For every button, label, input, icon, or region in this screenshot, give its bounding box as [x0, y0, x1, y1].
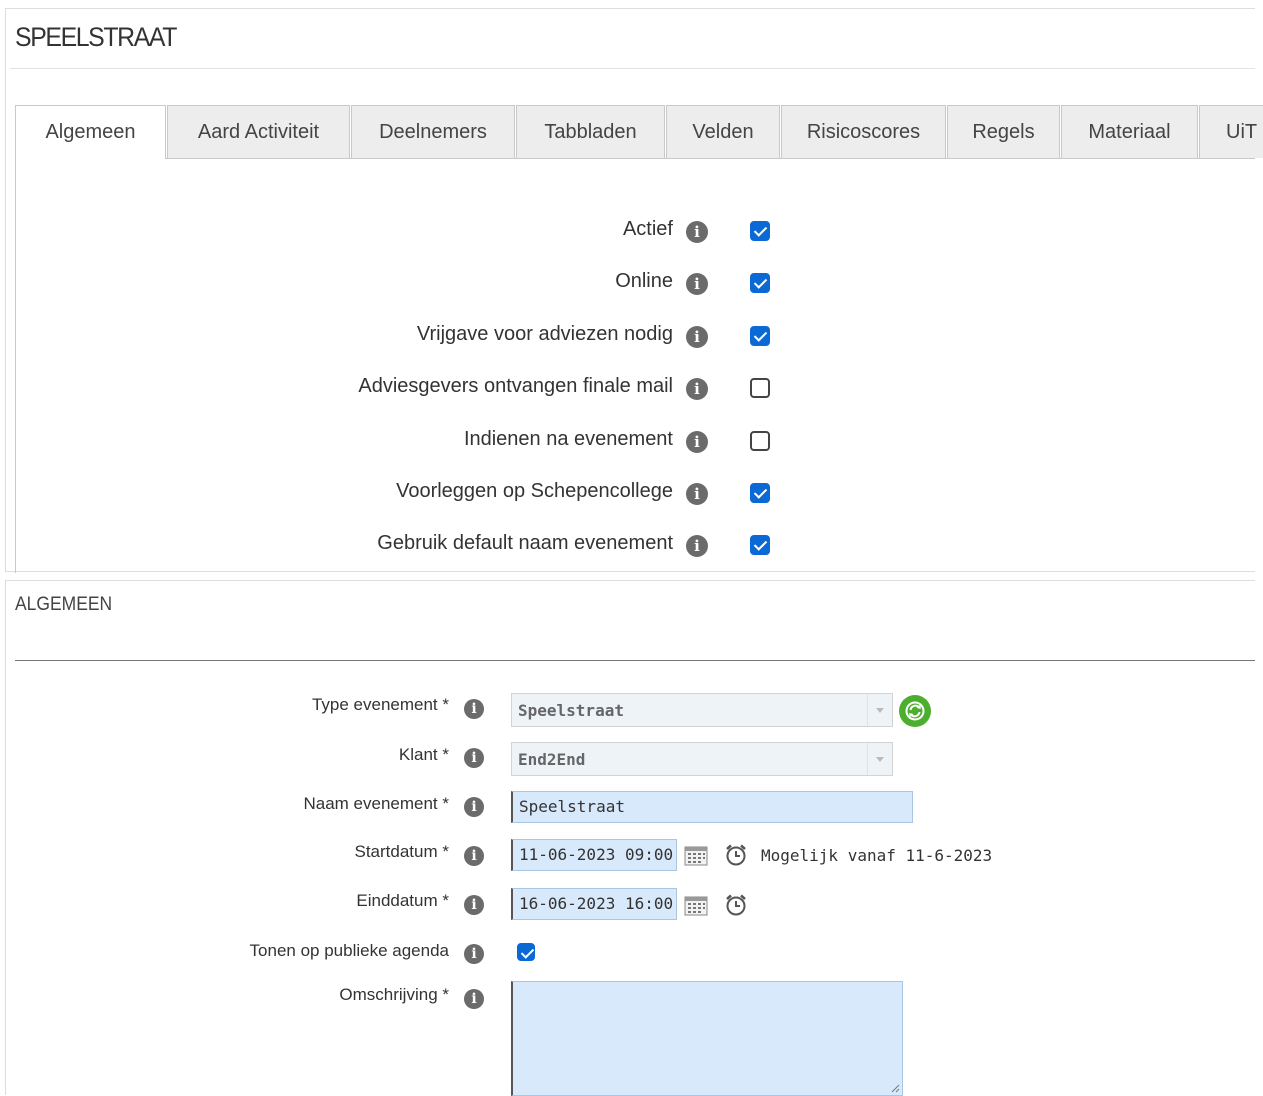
calendar-icon[interactable]: [684, 846, 708, 866]
schepencollege-checkbox[interactable]: [750, 483, 770, 503]
section-title: ALGEMEEN: [15, 594, 113, 615]
tab-bar: Algemeen Aard Activiteit Deelnemers Tabb…: [15, 105, 1263, 159]
refresh-icon[interactable]: [899, 695, 931, 727]
option-online: Online i: [16, 266, 1256, 296]
option-label: Adviesgevers ontvangen finale mail: [358, 375, 673, 397]
type-evenement-value: Speelstraat: [518, 701, 624, 720]
option-default-naam: Gebruik default naam evenement i: [16, 528, 1256, 558]
option-actief: Actief i: [16, 214, 1256, 244]
info-icon[interactable]: i: [464, 989, 484, 1009]
chevron-down-icon[interactable]: [867, 743, 892, 775]
info-icon[interactable]: i: [686, 535, 708, 557]
option-label: Actief: [622, 218, 673, 240]
tab-algemeen[interactable]: Algemeen: [15, 105, 166, 159]
tab-deelnemers[interactable]: Deelnemers: [351, 105, 515, 158]
naam-evenement-label: Naam evenement *: [303, 794, 449, 813]
info-icon[interactable]: i: [464, 944, 484, 964]
naam-evenement-input[interactable]: Speelstraat: [511, 791, 913, 823]
option-schepencollege: Voorleggen op Schepencollege i: [16, 476, 1256, 506]
tab-velden[interactable]: Velden: [666, 105, 780, 158]
option-adviesgevers-finale-mail: Adviesgevers ontvangen finale mail i: [16, 371, 1256, 401]
klant-select[interactable]: End2End: [511, 742, 893, 776]
event-type-panel: SPEELSTRAAT Algemeen Aard Activiteit Dee…: [5, 8, 1263, 573]
omschrijving-label: Omschrijving *: [339, 985, 449, 1004]
default-naam-checkbox[interactable]: [750, 535, 770, 555]
info-icon[interactable]: i: [686, 483, 708, 505]
tab-risicoscores[interactable]: Risicoscores: [781, 105, 946, 158]
indienen-na-evenement-checkbox[interactable]: [750, 431, 770, 451]
tab-aard-activiteit[interactable]: Aard Activiteit: [167, 105, 350, 158]
option-label: Indienen na evenement: [463, 428, 673, 450]
option-indienen-na-evenement: Indienen na evenement i: [16, 424, 1256, 454]
info-icon[interactable]: i: [686, 431, 708, 453]
type-evenement-label: Type evenement *: [311, 695, 449, 714]
option-label: Online: [615, 270, 673, 292]
alarm-clock-icon[interactable]: [724, 893, 748, 917]
info-icon[interactable]: i: [686, 378, 708, 400]
startdatum-input[interactable]: 11-06-2023 09:00: [511, 839, 677, 871]
publieke-agenda-checkbox[interactable]: [517, 943, 535, 961]
chevron-down-icon[interactable]: [867, 694, 892, 726]
info-icon[interactable]: i: [686, 273, 708, 295]
online-checkbox[interactable]: [750, 273, 770, 293]
title-divider: [10, 68, 1255, 69]
klant-label: Klant *: [398, 745, 449, 764]
info-icon[interactable]: i: [464, 797, 484, 817]
tab-materiaal[interactable]: Materiaal: [1061, 105, 1198, 158]
info-icon[interactable]: i: [686, 326, 708, 348]
startdatum-hint: Mogelijk vanaf 11-6-2023: [761, 846, 993, 865]
tab-tabbladen[interactable]: Tabbladen: [516, 105, 665, 158]
actief-checkbox[interactable]: [750, 221, 770, 241]
resize-handle-icon[interactable]: [890, 1083, 900, 1093]
info-icon[interactable]: i: [464, 699, 484, 719]
startdatum-label: Startdatum *: [354, 842, 450, 861]
option-label: Gebruik default naam evenement: [377, 532, 673, 554]
vrijgave-adviezen-checkbox[interactable]: [750, 326, 770, 346]
info-icon[interactable]: i: [464, 895, 484, 915]
type-evenement-select[interactable]: Speelstraat: [511, 693, 893, 727]
publieke-agenda-label: Tonen op publieke agenda: [249, 941, 449, 960]
einddatum-input[interactable]: 16-06-2023 16:00: [511, 888, 677, 920]
klant-value: End2End: [518, 750, 586, 769]
algemeen-section: ALGEMEEN Type evenement * i Speelstraat …: [5, 580, 1255, 1096]
option-label: Voorleggen op Schepencollege: [396, 480, 673, 502]
tab-regels[interactable]: Regels: [947, 105, 1060, 158]
adviesgevers-finale-mail-checkbox[interactable]: [750, 378, 770, 398]
einddatum-label: Einddatum *: [356, 891, 449, 910]
alarm-clock-icon[interactable]: [724, 843, 748, 867]
option-vrijgave-adviezen: Vrijgave voor adviezen nodig i: [16, 319, 1256, 349]
info-icon[interactable]: i: [464, 846, 484, 866]
tab-content-algemeen: Actief i Online i Vrijgave voor adviezen…: [15, 159, 1257, 573]
calendar-icon[interactable]: [684, 896, 708, 916]
option-label: Vrijgave voor adviezen nodig: [416, 323, 673, 345]
page-title: SPEELSTRAAT: [15, 22, 177, 52]
section-divider: [15, 660, 1255, 661]
tab-uit[interactable]: UiT: [1199, 105, 1263, 158]
info-icon[interactable]: i: [686, 221, 708, 243]
omschrijving-textarea[interactable]: [511, 981, 903, 1096]
info-icon[interactable]: i: [464, 748, 484, 768]
